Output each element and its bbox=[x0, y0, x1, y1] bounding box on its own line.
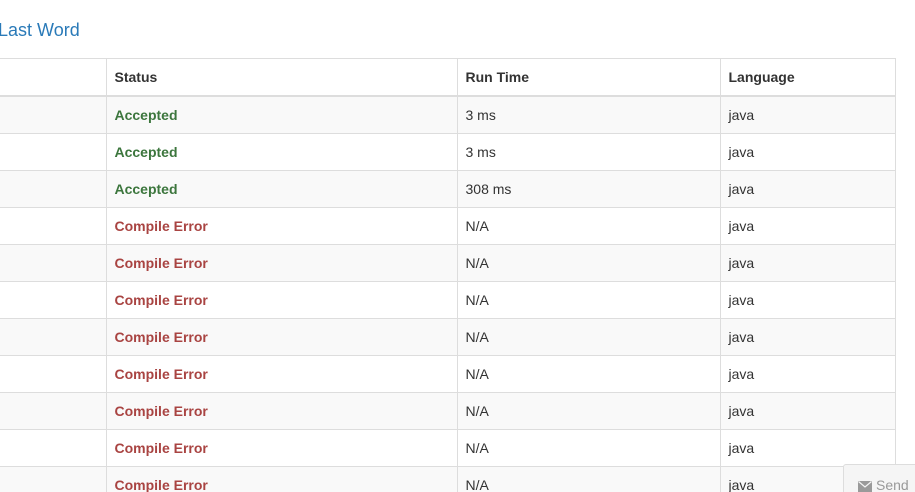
status-cell: Compile Error bbox=[105, 244, 458, 282]
send-feedback-button[interactable]: Send bbox=[843, 464, 915, 492]
submission-time-cell bbox=[0, 133, 107, 171]
run-time-cell: 308 ms bbox=[456, 170, 721, 208]
table-row[interactable]: Compile Error N/A java bbox=[0, 392, 896, 430]
table-body: Accepted 3 ms java Accepted 3 ms java Accepted… bbox=[0, 95, 896, 492]
problem-title-link[interactable]: Last Word bbox=[0, 18, 80, 42]
submission-time-cell bbox=[0, 170, 107, 208]
submission-time-cell bbox=[0, 95, 107, 134]
column-header-time bbox=[0, 58, 107, 97]
status-cell: Compile Error bbox=[105, 429, 458, 467]
submission-time-cell bbox=[0, 392, 107, 430]
table-row[interactable]: Compile Error N/A java bbox=[0, 318, 896, 356]
submission-time-cell bbox=[0, 318, 107, 356]
table-row[interactable]: Compile Error N/A java bbox=[0, 207, 896, 245]
language-cell: java bbox=[719, 355, 896, 393]
status-link[interactable]: Compile Error bbox=[115, 329, 208, 345]
status-link[interactable]: Accepted bbox=[115, 144, 178, 160]
status-cell: Compile Error bbox=[105, 207, 458, 245]
status-link[interactable]: Compile Error bbox=[115, 440, 208, 456]
submission-time-cell bbox=[0, 207, 107, 245]
submission-time-cell bbox=[0, 355, 107, 393]
column-header-language: Language bbox=[719, 58, 896, 97]
send-label: Send bbox=[876, 477, 909, 492]
submission-time-cell bbox=[0, 281, 107, 319]
envelope-icon bbox=[858, 481, 872, 492]
run-time-cell: N/A bbox=[456, 429, 721, 467]
status-link[interactable]: Accepted bbox=[115, 107, 178, 123]
status-cell: Accepted bbox=[105, 170, 458, 208]
table-row[interactable]: Accepted 3 ms java bbox=[0, 133, 896, 171]
status-cell: Compile Error bbox=[105, 318, 458, 356]
table-row[interactable]: Compile Error N/A java bbox=[0, 429, 896, 467]
run-time-cell: 3 ms bbox=[456, 133, 721, 171]
table-header-row: Status Run Time Language bbox=[0, 58, 896, 97]
table-row[interactable]: Accepted 308 ms java bbox=[0, 170, 896, 208]
status-link[interactable]: Accepted bbox=[115, 181, 178, 197]
run-time-cell: N/A bbox=[456, 392, 721, 430]
page: Last Word Status Run Time Language Accep… bbox=[0, 0, 915, 492]
table-row[interactable]: Compile Error N/A java bbox=[0, 466, 896, 492]
submission-time-cell bbox=[0, 466, 107, 492]
language-cell: java bbox=[719, 318, 896, 356]
column-header-status: Status bbox=[105, 58, 458, 97]
table-row[interactable]: Compile Error N/A java bbox=[0, 281, 896, 319]
run-time-cell: N/A bbox=[456, 355, 721, 393]
table-row[interactable]: Compile Error N/A java bbox=[0, 244, 896, 282]
column-header-run-time: Run Time bbox=[456, 58, 721, 97]
status-link[interactable]: Compile Error bbox=[115, 403, 208, 419]
run-time-cell: N/A bbox=[456, 281, 721, 319]
table-row[interactable]: Compile Error N/A java bbox=[0, 355, 896, 393]
run-time-cell: N/A bbox=[456, 318, 721, 356]
status-link[interactable]: Compile Error bbox=[115, 292, 208, 308]
language-cell: java bbox=[719, 281, 896, 319]
status-cell: Compile Error bbox=[105, 281, 458, 319]
submissions-table-wrapper: Status Run Time Language Accepted 3 ms jav… bbox=[0, 58, 896, 492]
language-cell: java bbox=[719, 392, 896, 430]
run-time-cell: N/A bbox=[456, 244, 721, 282]
status-cell: Compile Error bbox=[105, 392, 458, 430]
submission-time-cell bbox=[0, 244, 107, 282]
run-time-cell: N/A bbox=[456, 466, 721, 492]
submissions-table: Status Run Time Language Accepted 3 ms jav… bbox=[0, 58, 896, 492]
table-row[interactable]: Accepted 3 ms java bbox=[0, 95, 896, 134]
run-time-cell: 3 ms bbox=[456, 95, 721, 134]
status-cell: Accepted bbox=[105, 133, 458, 171]
language-cell: java bbox=[719, 133, 896, 171]
language-cell: java bbox=[719, 429, 896, 467]
status-cell: Accepted bbox=[105, 95, 458, 134]
language-cell: java bbox=[719, 170, 896, 208]
status-cell: Compile Error bbox=[105, 355, 458, 393]
status-link[interactable]: Compile Error bbox=[115, 218, 208, 234]
language-cell: java bbox=[719, 244, 896, 282]
language-cell: java bbox=[719, 207, 896, 245]
language-cell: java bbox=[719, 95, 896, 134]
run-time-cell: N/A bbox=[456, 207, 721, 245]
status-cell: Compile Error bbox=[105, 466, 458, 492]
status-link[interactable]: Compile Error bbox=[115, 477, 208, 492]
status-link[interactable]: Compile Error bbox=[115, 255, 208, 271]
submission-time-cell bbox=[0, 429, 107, 467]
status-link[interactable]: Compile Error bbox=[115, 366, 208, 382]
